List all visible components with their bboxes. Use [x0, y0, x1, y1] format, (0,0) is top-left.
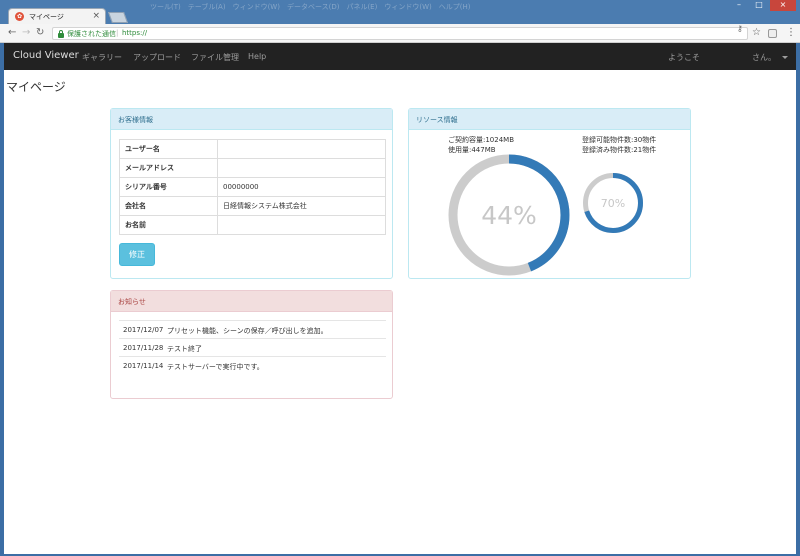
- lock-icon: [58, 30, 64, 38]
- url-separator: |: [116, 29, 119, 37]
- resource-info-panel: リソース情報 ご契約容量:1024MB 使用量:447MB 登録可能物件数:30…: [408, 108, 691, 279]
- row-label: 会社名: [119, 196, 218, 216]
- news-date: 2017/12/07: [123, 326, 164, 334]
- row-label: ユーザー名: [119, 139, 218, 159]
- tab-close-icon[interactable]: ×: [92, 11, 100, 21]
- bookmark-star-icon[interactable]: ☆: [752, 27, 761, 39]
- browser-tab[interactable]: ✿ マイページ ×: [8, 8, 106, 25]
- news-text: プリセット機能、シーンの保存／呼び出しを追加。: [167, 327, 328, 335]
- news-heading: お知らせ: [111, 291, 392, 312]
- news-date: 2017/11/14: [123, 362, 164, 370]
- table-row: 会社名 日経情報システム株式会社: [119, 196, 386, 216]
- row-label: メールアドレス: [119, 158, 218, 178]
- row-value: 00000000: [217, 177, 386, 197]
- registered-items: 登録済み物件数:21物件: [582, 146, 657, 154]
- items-gauge: 70%: [583, 173, 643, 233]
- row-value: 日経情報システム株式会社: [217, 196, 386, 216]
- minimize-icon[interactable]: –: [730, 0, 748, 11]
- contract-capacity: ご契約容量:1024MB: [448, 136, 515, 144]
- news-text: テストサーバーで実行中です。: [167, 363, 264, 371]
- reload-icon[interactable]: ↻: [36, 27, 44, 39]
- list-item: 2017/11/14 テストサーバーで実行中です。: [119, 356, 386, 374]
- row-value: [217, 139, 386, 159]
- browser-titlebar: ツール(T) テーブル(A) ウィンドウ(W) データベース(D) パネル(E)…: [0, 0, 800, 25]
- address-bar[interactable]: 保護された通信 | https://: [52, 27, 748, 40]
- news-list: 2017/12/07 プリセット機能、シーンの保存／呼び出しを追加。 2017/…: [119, 320, 386, 374]
- customer-info-panel: お客様情報 ユーザー名 メールアドレス シリアル番号 00000000 会社名 …: [110, 108, 393, 279]
- row-value: [217, 215, 386, 235]
- new-tab-button[interactable]: [107, 12, 129, 23]
- caret-down-icon: [782, 56, 788, 59]
- news-text: テスト終了: [167, 345, 202, 353]
- table-row: お名前: [119, 215, 386, 235]
- registrable-items: 登録可能物件数:30物件: [582, 136, 657, 144]
- welcome-text: ようこそ: [668, 53, 700, 62]
- user-name: さん。: [752, 53, 776, 62]
- row-label: シリアル番号: [119, 177, 218, 197]
- list-item: 2017/11/28 テスト終了: [119, 338, 386, 356]
- maximize-icon[interactable]: □: [750, 0, 768, 11]
- customer-info-heading: お客様情報: [111, 109, 392, 130]
- edit-button[interactable]: 修正: [119, 243, 155, 266]
- user-dropdown[interactable]: さん。: [752, 52, 788, 63]
- main-content: マイページ お客様情報 ユーザー名 メールアドレス シリアル番号 0000000…: [4, 70, 796, 554]
- table-row: ユーザー名: [119, 139, 386, 159]
- nav-file-management[interactable]: ファイル管理: [191, 52, 239, 63]
- nav-gallery[interactable]: ギャラリー: [82, 52, 122, 63]
- favicon-icon: ✿: [15, 12, 24, 21]
- forward-arrow-icon[interactable]: →: [22, 27, 30, 39]
- background-window-menu: ツール(T) テーブル(A) ウィンドウ(W) データベース(D) パネル(E)…: [150, 3, 471, 11]
- window-close-icon[interactable]: ×: [770, 0, 796, 11]
- browser-toolbar: ← → ↻ 保護された通信 | https:// ⚷ ☆ ⋮: [0, 24, 800, 43]
- table-row: シリアル番号 00000000: [119, 177, 386, 197]
- nav-upload[interactable]: アップロード: [133, 52, 181, 63]
- back-arrow-icon[interactable]: ←: [8, 27, 16, 39]
- brand-link[interactable]: Cloud Viewer: [13, 50, 79, 61]
- url-text[interactable]: https://: [122, 29, 147, 37]
- news-date: 2017/11/28: [123, 344, 164, 352]
- resource-info-heading: リソース情報: [409, 109, 690, 130]
- app-navbar: Cloud Viewer ギャラリー アップロード ファイル管理 Help よう…: [4, 43, 796, 70]
- table-row: メールアドレス: [119, 158, 386, 178]
- secure-connection-label: 保護された通信: [67, 30, 116, 38]
- news-panel: お知らせ 2017/12/07 プリセット機能、シーンの保存／呼び出しを追加。 …: [110, 290, 393, 399]
- row-value: [217, 158, 386, 178]
- tab-title: マイページ: [29, 13, 64, 21]
- browser-menu-icon[interactable]: ⋮: [786, 27, 796, 39]
- list-item: 2017/12/07 プリセット機能、シーンの保存／呼び出しを追加。: [119, 320, 386, 338]
- extension-icon[interactable]: [768, 29, 777, 38]
- customer-info-table: ユーザー名 メールアドレス シリアル番号 00000000 会社名 日経情報シス…: [119, 139, 386, 235]
- items-gauge-label: 70%: [601, 197, 625, 210]
- nav-help[interactable]: Help: [248, 52, 266, 61]
- storage-gauge: 44%: [448, 154, 570, 276]
- page-title: マイページ: [6, 80, 66, 94]
- storage-gauge-label: 44%: [481, 201, 537, 230]
- key-icon[interactable]: ⚷: [737, 24, 743, 33]
- row-label: お名前: [119, 215, 218, 235]
